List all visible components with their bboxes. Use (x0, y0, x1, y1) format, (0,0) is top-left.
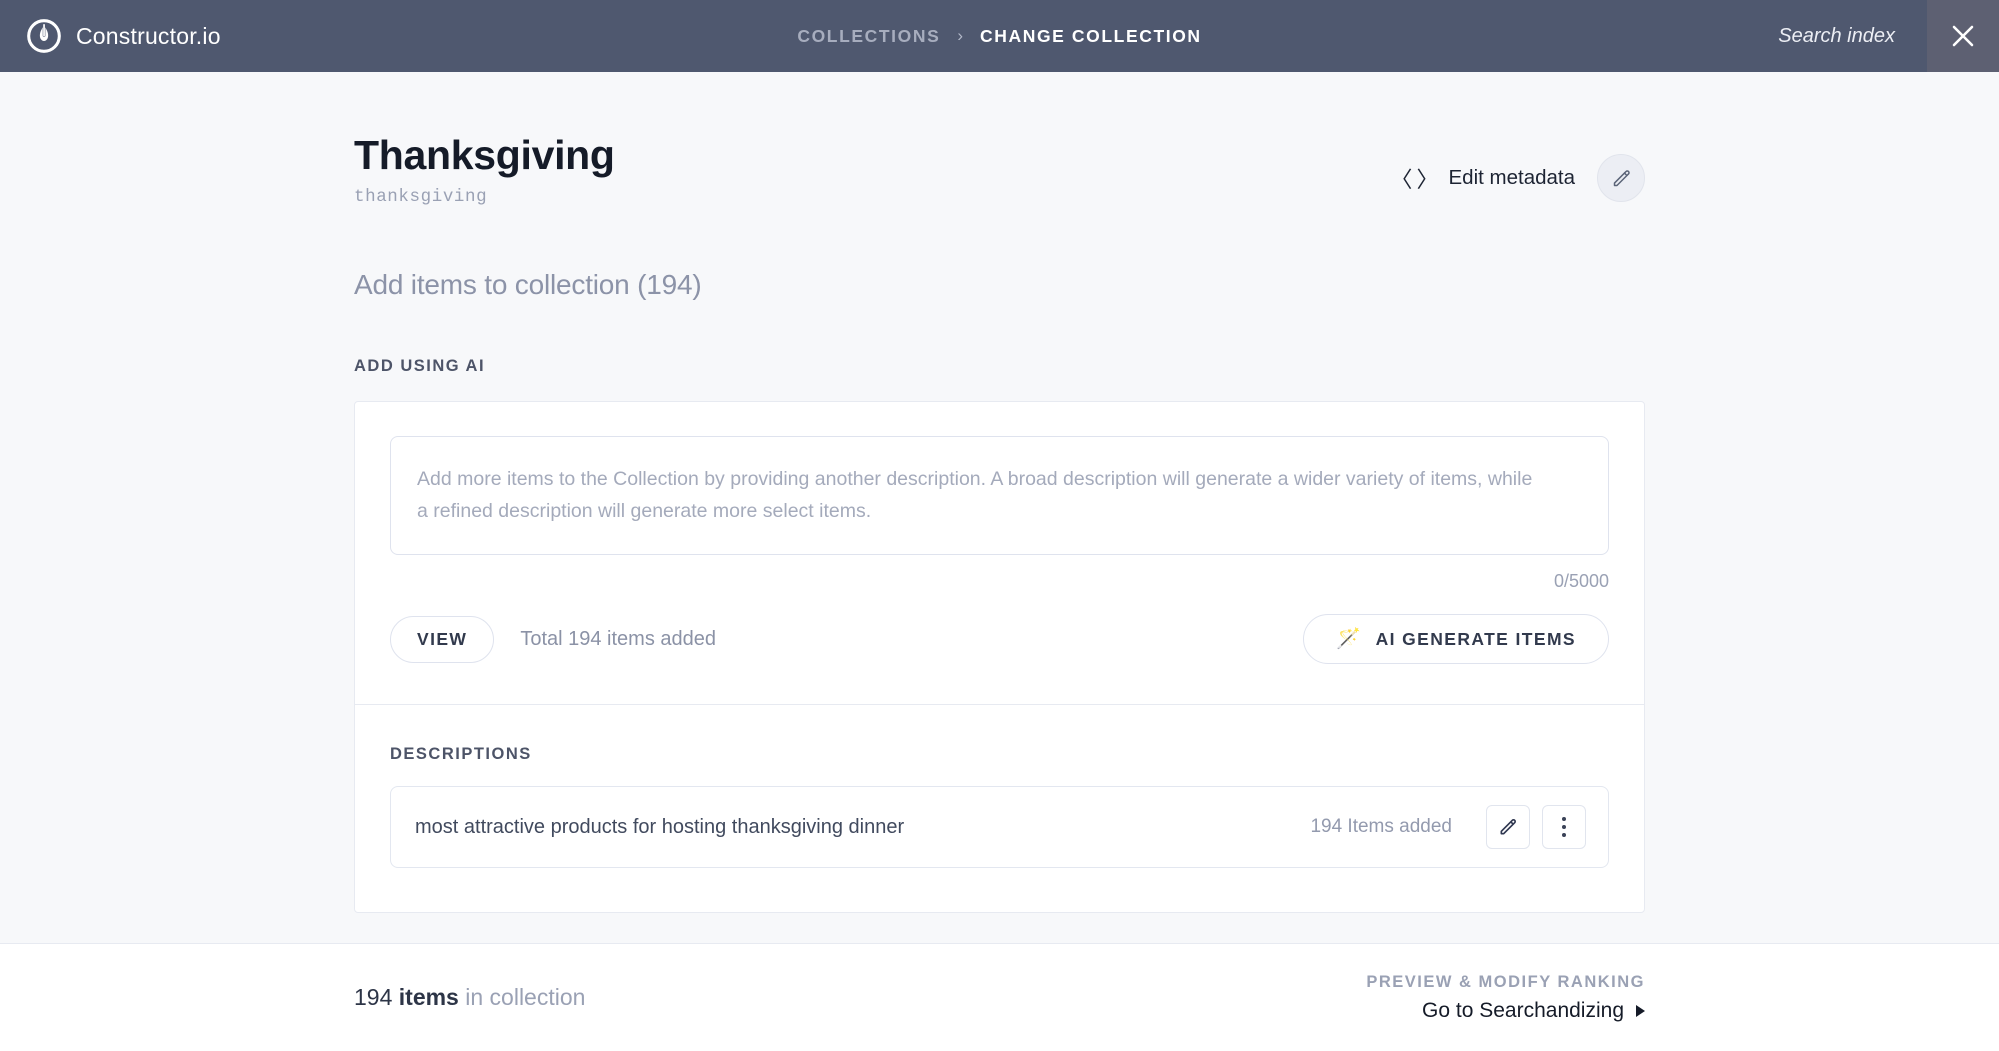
brand-name: Constructor.io (76, 22, 221, 49)
character-counter: 0/5000 (1553, 571, 1609, 592)
collection-slug: thanksgiving (354, 187, 488, 208)
edit-collection-button[interactable] (1597, 154, 1645, 202)
go-to-searchandizing-link[interactable]: Go to Searchandizing (1422, 999, 1645, 1023)
ai-card: Add more items to the Collection by prov… (354, 401, 1645, 914)
search-index-label[interactable]: Search index (1778, 25, 1927, 48)
power-flame-logo-icon (27, 19, 61, 53)
ai-description-input[interactable]: Add more items to the Collection by prov… (390, 436, 1609, 556)
descriptions-label: DESCRIPTIONS (390, 745, 532, 764)
close-icon (1952, 25, 1974, 47)
ai-generate-items-button[interactable]: 🪄 AI GENERATE ITEMS (1303, 614, 1609, 665)
preview-modify-ranking-label: PREVIEW & MODIFY RANKING (1366, 972, 1645, 991)
triangle-right-icon (1636, 1004, 1645, 1017)
code-brackets-icon: 〈 〉 (1390, 167, 1438, 192)
add-items-heading: Add items to collection (194) (354, 269, 702, 301)
collection-header: Thanksgiving thanksgiving 〈 〉 Edit metad… (354, 72, 1645, 207)
breadcrumb-collections[interactable]: COLLECTIONS (797, 26, 940, 47)
close-button[interactable] (1927, 0, 1999, 72)
breadcrumb: COLLECTIONS › CHANGE COLLECTION (0, 26, 1999, 47)
title-block: Thanksgiving thanksgiving (354, 132, 1390, 207)
ai-card-bottom: DESCRIPTIONS most attractive products fo… (355, 705, 1644, 912)
pencil-icon (1613, 169, 1630, 186)
description-row: most attractive products for hosting tha… (390, 786, 1609, 869)
go-to-searchandizing-label: Go to Searchandizing (1422, 998, 1624, 1022)
ai-description-placeholder: Add more items to the Collection by prov… (417, 468, 1533, 522)
description-text: most attractive products for hosting tha… (415, 815, 905, 838)
add-using-ai-label: ADD USING AI (354, 357, 486, 376)
edit-metadata-button[interactable]: 〈 〉 Edit metadata (1390, 162, 1575, 194)
view-button[interactable]: VIEW (390, 615, 495, 663)
footer-right-group: PREVIEW & MODIFY RANKING Go to Searchand… (1366, 973, 1645, 1023)
magic-wand-icon: 🪄 (1336, 628, 1363, 651)
description-items-added: 194 Items added (1310, 816, 1452, 838)
brand-logo-group[interactable]: Constructor.io (0, 18, 221, 54)
items-in-collection-status: 194 items in collection (354, 984, 585, 1011)
page-title: Thanksgiving (354, 132, 615, 178)
breadcrumb-change-collection: CHANGE COLLECTION (980, 25, 1202, 46)
description-edit-button[interactable] (1486, 805, 1530, 850)
ai-card-top: Add more items to the Collection by prov… (355, 402, 1644, 704)
breadcrumb-separator-icon: › (957, 25, 964, 45)
ai-generate-items-label: AI GENERATE ITEMS (1375, 628, 1576, 649)
footer-items-word: items (398, 984, 459, 1010)
top-bar-right-group: Search index (1778, 0, 1999, 72)
total-items-added-text: Total 194 items added (520, 627, 717, 650)
bottom-strip (0, 1031, 1999, 1051)
ai-card-actions: VIEW Total 194 items added 🪄 AI GENERATE… (390, 614, 1609, 665)
description-more-button[interactable] (1542, 805, 1586, 850)
page-body: Thanksgiving thanksgiving 〈 〉 Edit metad… (0, 72, 1999, 1051)
top-bar: Constructor.io COLLECTIONS › CHANGE COLL… (0, 0, 1999, 72)
header-actions: 〈 〉 Edit metadata (1390, 132, 1645, 202)
footer-item-count: 194 (354, 984, 393, 1010)
edit-metadata-label: Edit metadata (1448, 166, 1576, 189)
pencil-icon (1500, 819, 1516, 835)
content-area: Thanksgiving thanksgiving 〈 〉 Edit metad… (0, 72, 1999, 943)
vertical-dots-icon (1562, 817, 1566, 838)
footer-in-collection-text: in collection (465, 984, 586, 1010)
